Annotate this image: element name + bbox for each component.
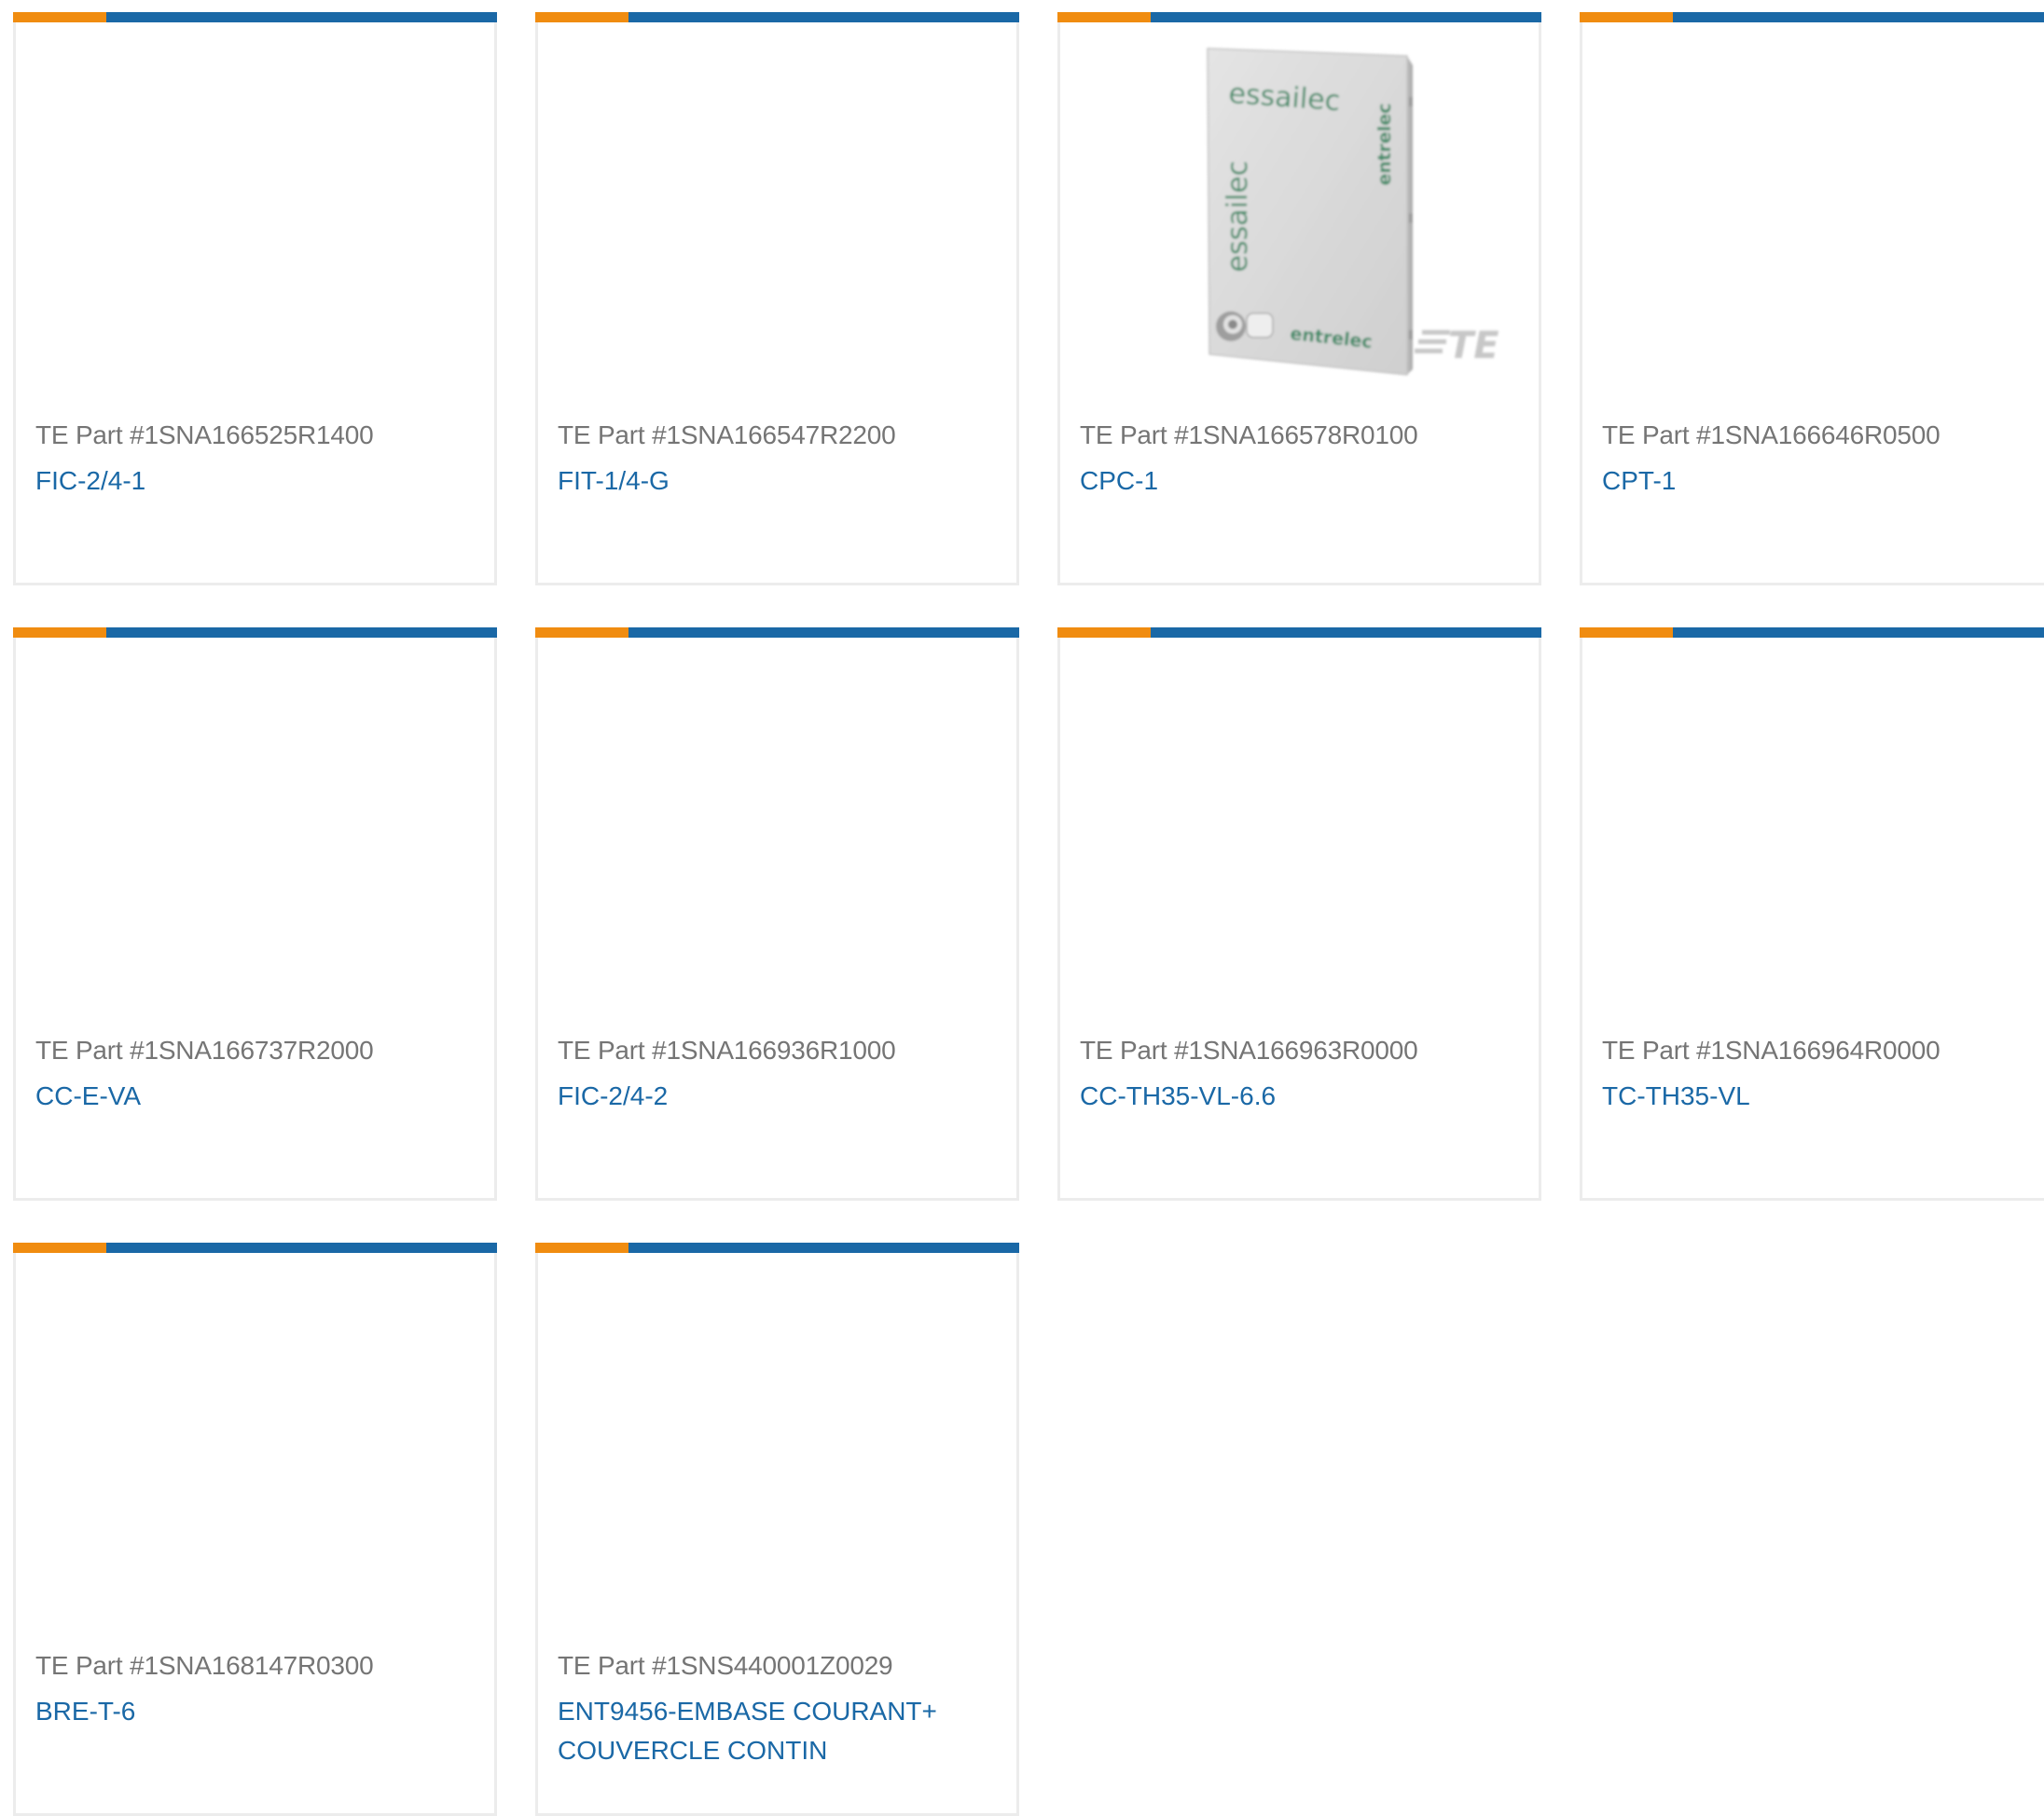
product-name-link[interactable]: CPT-1 [1602,461,2040,501]
product-card[interactable]: TE Part #1SNA166646R0500 CPT-1 [1580,12,2044,585]
card-top-stripe [1580,12,2044,22]
product-name-link[interactable]: TC-TH35-VL [1602,1077,2040,1116]
part-number: TE Part #1SNA166964R0000 [1602,1036,1940,1065]
card-top-stripe [535,12,1019,22]
product-image-area[interactable] [1060,638,1539,1011]
card-top-accent [1580,627,1673,638]
product-card[interactable]: TE Part #1SNA168147R0300 BRE-T-6 [13,1243,497,1816]
card-top-accent [13,627,106,638]
product-image-area[interactable] [16,1253,494,1626]
product-name-link[interactable]: CPC-1 [1080,461,1518,501]
part-number: TE Part #1SNA166646R0500 [1602,420,1940,449]
card-top-stripe [1580,627,2044,638]
card-top-accent [535,1243,628,1253]
card-top-accent [535,627,628,638]
brand-side-text: essailec [1222,160,1254,272]
card-top-accent [535,12,628,22]
card-top-accent [1580,12,1673,22]
card-top-accent [13,12,106,22]
product-image-area[interactable] [16,22,494,395]
product-name-link[interactable]: FIC-2/4-2 [558,1077,996,1116]
product-image-area[interactable] [538,1253,1016,1626]
product-card[interactable]: TE Part #1SNS440001Z0029 ENT9456-EMBASE … [535,1243,1019,1816]
part-number: TE Part #1SNS440001Z0029 [558,1651,893,1680]
part-number: TE Part #1SNA166737R2000 [35,1036,374,1065]
te-watermark: TE [1415,324,1499,367]
card-top-accent [13,1243,106,1253]
part-number: TE Part #1SNA166547R2200 [558,420,896,449]
product-name-link[interactable]: CC-E-VA [35,1077,474,1116]
card-top-stripe [13,627,497,638]
card-top-stripe [1057,12,1541,22]
product-image: essailec essailec entrelec entrelec TE [1207,48,1499,376]
product-image-area[interactable] [538,22,1016,395]
product-image-area[interactable] [1582,638,2044,1011]
card-top-stripe [535,627,1019,638]
card-top-stripe [535,1243,1019,1253]
product-card[interactable]: TE Part #1SNA166936R1000 FIC-2/4-2 [535,627,1019,1201]
maker-side-text: entrelec [1374,103,1395,186]
part-number: TE Part #1SNA168147R0300 [35,1651,374,1680]
product-card[interactable]: TE Part #1SNA166964R0000 TC-TH35-VL [1580,627,2044,1201]
product-card[interactable]: TE Part #1SNA166963R0000 CC-TH35-VL-6.6 [1057,627,1541,1201]
card-top-accent [1057,627,1151,638]
product-card[interactable]: TE Part #1SNA166525R1400 FIC-2/4-1 [13,12,497,585]
product-image-area[interactable] [538,638,1016,1011]
product-name-link[interactable]: FIC-2/4-1 [35,461,474,501]
product-image-area[interactable] [1582,22,2044,395]
product-grid: TE Part #1SNA166525R1400 FIC-2/4-1 TE Pa… [0,0,2044,1816]
product-name-link[interactable]: FIT-1/4-G [558,461,996,501]
product-card[interactable]: essailec essailec entrelec entrelec TE T… [1057,12,1541,585]
product-image-area[interactable]: essailec essailec entrelec entrelec TE [1060,22,1539,395]
card-top-stripe [1057,627,1541,638]
part-number: TE Part #1SNA166936R1000 [558,1036,896,1065]
product-name-link[interactable]: ENT9456-EMBASE COURANT+ COUVERCLE CONTIN [558,1692,996,1770]
product-name-link[interactable]: BRE-T-6 [35,1692,474,1731]
part-number: TE Part #1SNA166963R0000 [1080,1036,1418,1065]
card-top-stripe [13,12,497,22]
product-name-link[interactable]: CC-TH35-VL-6.6 [1080,1077,1518,1116]
product-card[interactable]: TE Part #1SNA166737R2000 CC-E-VA [13,627,497,1201]
product-card[interactable]: TE Part #1SNA166547R2200 FIT-1/4-G [535,12,1019,585]
part-number: TE Part #1SNA166525R1400 [35,420,374,449]
svg-text:TE: TE [1448,324,1499,367]
card-top-stripe [13,1243,497,1253]
product-image-area[interactable] [16,638,494,1011]
card-top-accent [1057,12,1151,22]
part-number: TE Part #1SNA166578R0100 [1080,420,1418,449]
